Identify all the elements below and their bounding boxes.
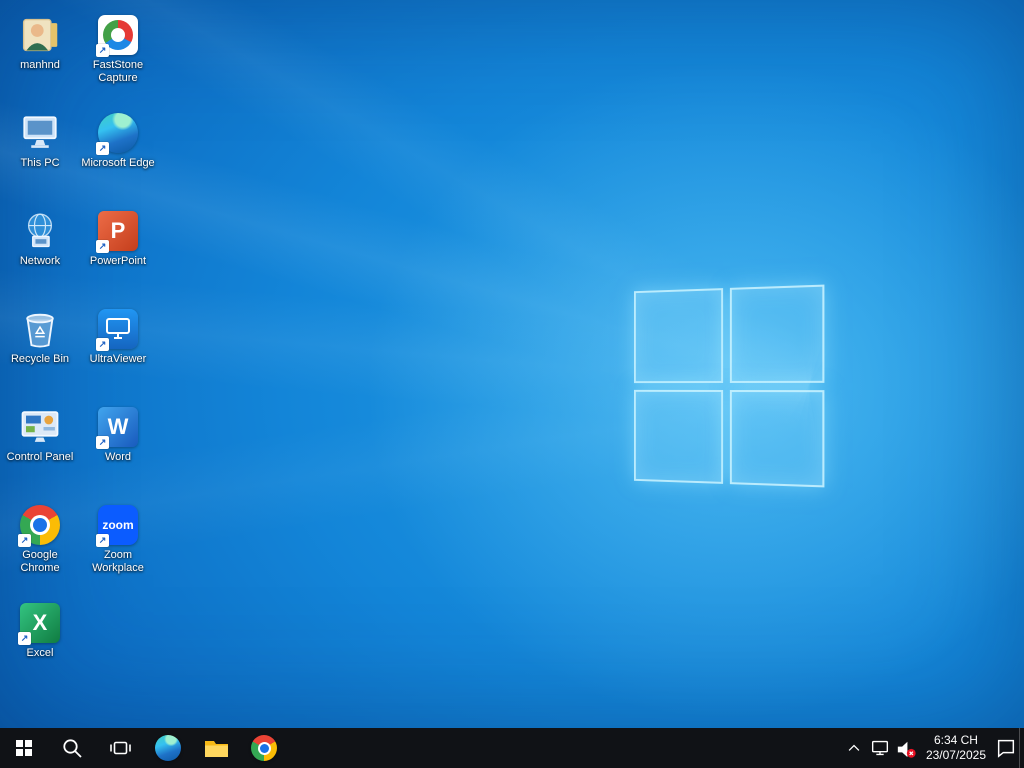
desktop-icon-ultraviewer[interactable]: ↗ UltraViewer [79, 302, 157, 400]
powerpoint-icon: P ↗ [96, 210, 139, 253]
desktop-icon-label: Excel [26, 647, 54, 659]
user-folder-icon [22, 18, 58, 52]
word-icon: W ↗ [96, 406, 139, 449]
zoom-icon: zoom ↗ [96, 504, 139, 547]
desktop-icon-label: Recycle Bin [10, 353, 70, 365]
desktop-icon-powerpoint[interactable]: P ↗ PowerPoint [79, 204, 157, 302]
search-button[interactable] [48, 728, 96, 768]
recycle-bin-icon [26, 313, 54, 348]
taskbar-edge-button[interactable] [144, 728, 192, 768]
desktop-icon-excel[interactable]: X ↗ Excel [1, 596, 79, 694]
desktop-icon-zoom-workplace[interactable]: zoom ↗ Zoom Workplace [79, 498, 157, 596]
shortcut-arrow-icon: ↗ [96, 142, 109, 155]
file-explorer-icon [204, 741, 228, 757]
network-icon [19, 210, 61, 252]
desktop-icon-label: Word [104, 451, 132, 463]
desktop-icon-label: Zoom Workplace [92, 549, 144, 574]
desktop-icon-label: Google Chrome [20, 549, 60, 574]
windows-desktop: manhnd This PC Network Recycle Bin Contr… [0, 0, 1024, 768]
action-center-button[interactable] [993, 728, 1019, 768]
shortcut-arrow-icon: ↗ [18, 534, 31, 547]
windows-logo [634, 284, 825, 488]
desktop-icon-this-pc[interactable]: This PC [1, 106, 79, 204]
network-status-icon [871, 740, 888, 756]
shortcut-arrow-icon: ↗ [96, 240, 109, 253]
taskbar: 6:34 CH 23/07/2025 [0, 728, 1024, 768]
chrome-icon [251, 735, 277, 761]
shortcut-arrow-icon: ↗ [18, 632, 31, 645]
user-folder-icon [19, 14, 61, 56]
show-desktop-button[interactable] [1019, 728, 1024, 768]
desktop-icon-label: Control Panel [6, 451, 74, 463]
desktop-icon-network[interactable]: Network [1, 204, 79, 302]
taskbar-empty-area [288, 728, 841, 768]
desktop-icon-label: FastStone Capture [92, 59, 144, 84]
desktop-icon-label: This PC [20, 157, 60, 169]
desktop-icon-manhnd[interactable]: manhnd [1, 8, 79, 106]
desktop-icon-label: UltraViewer [89, 353, 147, 365]
start-button[interactable] [0, 728, 48, 768]
desktop-icon-label: manhnd [20, 59, 60, 71]
desktop-icon-word[interactable]: W ↗ Word [79, 400, 157, 498]
globe-monitor-icon [27, 213, 53, 248]
tray-network-button[interactable] [867, 728, 893, 768]
windows-logo-pane [729, 284, 825, 383]
clock-date: 23/07/2025 [925, 748, 986, 762]
task-view-button[interactable] [96, 728, 144, 768]
desktop-icon-label: Network [19, 255, 61, 267]
desktop-icon-recycle-bin[interactable]: Recycle Bin [1, 302, 79, 400]
chevron-up-icon [848, 744, 860, 751]
tray-volume-button[interactable] [893, 728, 919, 768]
recycle-bin-icon [19, 308, 61, 350]
desktop-icon-column-2: ↗ FastStone Capture ↗ Microsoft Edge P ↗… [79, 8, 157, 596]
windows-logo-pane [634, 389, 723, 484]
control-panel-icon [19, 406, 61, 448]
desktop-icon-label: PowerPoint [89, 255, 147, 267]
desktop-icon-control-panel[interactable]: Control Panel [1, 400, 79, 498]
shortcut-arrow-icon: ↗ [96, 534, 109, 547]
excel-icon: X ↗ [18, 602, 61, 645]
search-icon [63, 739, 82, 758]
tray-clock[interactable]: 6:34 CH 23/07/2025 [919, 728, 993, 768]
desktop-icon-google-chrome[interactable]: ↗ Google Chrome [1, 498, 79, 596]
this-pc-icon [19, 112, 61, 154]
edge-icon [155, 735, 181, 761]
shortcut-arrow-icon: ↗ [96, 44, 109, 57]
desktop-icon-microsoft-edge[interactable]: ↗ Microsoft Edge [79, 106, 157, 204]
action-center-icon [997, 739, 1015, 758]
windows-logo-pane [634, 288, 723, 383]
chrome-icon: ↗ [18, 504, 61, 547]
task-view-icon [109, 741, 131, 755]
windows-logo-pane [729, 389, 825, 488]
desktop-icon-faststone-capture[interactable]: ↗ FastStone Capture [79, 8, 157, 106]
desktop-icon-label: Microsoft Edge [81, 157, 155, 169]
shortcut-arrow-icon: ↗ [96, 338, 109, 351]
windows-start-icon [15, 739, 33, 757]
taskbar-file-explorer-button[interactable] [192, 728, 240, 768]
volume-muted-icon [898, 741, 917, 758]
edge-icon: ↗ [96, 112, 139, 155]
taskbar-chrome-button[interactable] [240, 728, 288, 768]
ultraviewer-icon: ↗ [96, 308, 139, 351]
control-panel-icon [21, 411, 59, 442]
tray-chevron-button[interactable] [841, 728, 867, 768]
desktop-icon-column-1: manhnd This PC Network Recycle Bin Contr… [1, 8, 79, 694]
clock-time: 6:34 CH [933, 733, 978, 747]
monitor-icon [106, 318, 130, 339]
shortcut-arrow-icon: ↗ [96, 436, 109, 449]
faststone-icon: ↗ [96, 14, 139, 57]
monitor-icon [23, 116, 57, 148]
